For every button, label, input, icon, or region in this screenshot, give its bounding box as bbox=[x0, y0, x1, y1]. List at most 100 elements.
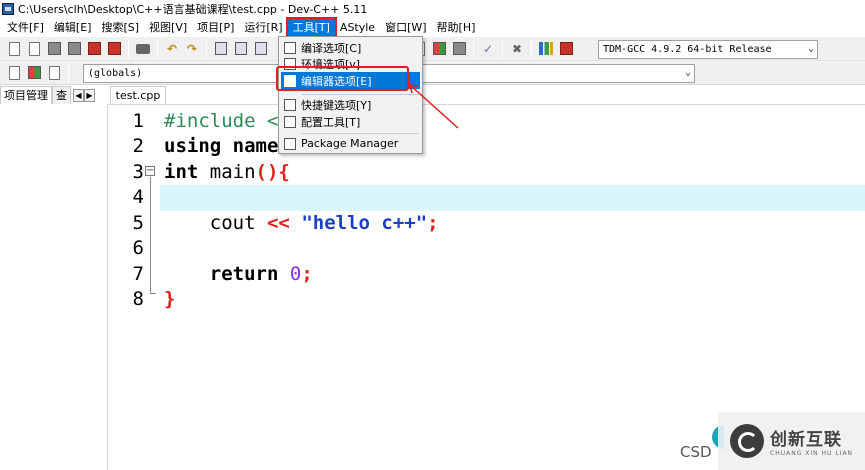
menu-edit[interactable]: 编辑[E] bbox=[49, 19, 97, 36]
preprocessor-directive: #include < bbox=[164, 110, 279, 132]
toolbar-separator bbox=[531, 39, 532, 58]
undo-button[interactable]: ↶ bbox=[164, 41, 180, 57]
compiler-select[interactable]: TDM-GCC 4.9.2 64-bit Release ⌄ bbox=[598, 40, 818, 59]
tab-scroll-arrows: ◀ ▶ bbox=[73, 88, 95, 102]
title-bar: C:\Users\clh\Desktop\C++语言基础课程\test.cpp … bbox=[0, 0, 865, 18]
configure-tools-icon bbox=[284, 115, 296, 128]
open-file-button[interactable] bbox=[26, 41, 42, 57]
save-all-button[interactable] bbox=[66, 41, 82, 57]
line-number: 8 bbox=[132, 288, 144, 310]
fold-guide-end bbox=[150, 293, 156, 294]
tab-class-browser[interactable]: 查 bbox=[52, 86, 71, 104]
devcpp-app-icon bbox=[2, 3, 14, 15]
bookmark-button[interactable] bbox=[26, 65, 42, 81]
keyword-int: int bbox=[164, 161, 199, 183]
chevron-down-icon: ⌄ bbox=[684, 67, 691, 78]
print-button[interactable] bbox=[135, 41, 151, 57]
line-number: 2 bbox=[132, 135, 144, 157]
semicolon: ; bbox=[301, 263, 313, 285]
menu-separator bbox=[301, 133, 419, 134]
brand-text: 创新互联 CHUANG XIN HU LIAN bbox=[770, 425, 853, 457]
line-number: 6 bbox=[132, 237, 144, 259]
close-all-button[interactable] bbox=[106, 41, 122, 57]
semicolon: ; bbox=[427, 212, 439, 234]
menu-project[interactable]: 项目[P] bbox=[192, 19, 239, 36]
toolbar-separator bbox=[68, 63, 69, 82]
debug-icon bbox=[559, 42, 573, 55]
scroll-left-icon[interactable]: ◀ bbox=[73, 88, 84, 102]
tab-project-manager[interactable]: 项目管理 bbox=[0, 86, 52, 104]
menu-view[interactable]: 视图[V] bbox=[144, 19, 192, 36]
line-number: 3 bbox=[132, 161, 144, 183]
run-icon bbox=[432, 42, 446, 55]
brand-name: 创新互联 bbox=[770, 430, 842, 450]
replace-button[interactable] bbox=[233, 41, 249, 57]
line-number: 4 bbox=[132, 186, 144, 208]
menu-bar: 文件[F] 编辑[E] 搜索[S] 视图[V] 项目[P] 运行[R] 工具[T… bbox=[0, 17, 865, 38]
syntax-check-button[interactable]: ✓ bbox=[480, 41, 496, 57]
menu-item-label: Package Manager bbox=[301, 137, 399, 150]
profile-button[interactable] bbox=[538, 41, 554, 57]
redo-button[interactable]: ↷ bbox=[184, 41, 200, 57]
find-button[interactable] bbox=[213, 41, 229, 57]
window-title: C:\Users\clh\Desktop\C++语言基础课程\test.cpp … bbox=[18, 3, 368, 16]
scope-select-value: (globals) bbox=[88, 68, 143, 79]
goto-button[interactable] bbox=[253, 41, 269, 57]
side-panel-tabs: 项目管理 查 ◀ ▶ bbox=[0, 86, 108, 104]
find-icon bbox=[215, 42, 227, 55]
compile-run-button[interactable] bbox=[451, 41, 467, 57]
menu-item-compiler-options[interactable]: 编译选项[C] bbox=[281, 39, 420, 56]
line-number: 5 bbox=[132, 212, 144, 234]
new-file-icon bbox=[8, 41, 20, 56]
editor-tab-test-cpp[interactable]: test.cpp bbox=[110, 86, 166, 104]
new-file-button[interactable] bbox=[6, 41, 22, 57]
open-file-icon bbox=[28, 41, 40, 56]
keyword-using: using bbox=[164, 135, 222, 157]
toolbar-separator bbox=[473, 39, 474, 58]
menu-astyle[interactable]: AStyle bbox=[335, 19, 380, 36]
code-line-8: } bbox=[164, 288, 175, 310]
menu-tools[interactable]: 工具[T] bbox=[285, 17, 337, 38]
menu-item-configure-tools[interactable]: 配置工具[T] bbox=[281, 113, 420, 130]
stop-button[interactable]: ✖ bbox=[509, 41, 525, 57]
menu-run[interactable]: 运行[R] bbox=[239, 19, 287, 36]
code-line-5: cout << "hello c++"; bbox=[164, 212, 439, 234]
menu-item-label: 快捷键选项[Y] bbox=[301, 98, 372, 112]
menu-search[interactable]: 搜索[S] bbox=[96, 19, 144, 36]
scroll-right-icon[interactable]: ▶ bbox=[84, 88, 95, 102]
menu-separator bbox=[301, 94, 419, 95]
run-button[interactable] bbox=[431, 41, 447, 57]
menu-help[interactable]: 帮助[H] bbox=[432, 19, 481, 36]
compiler-options-icon bbox=[284, 41, 296, 54]
insert-button[interactable] bbox=[6, 65, 22, 81]
fold-collapse-icon[interactable]: − bbox=[145, 166, 155, 176]
goto-icon bbox=[255, 42, 267, 55]
annotation-highlight-box bbox=[276, 66, 409, 91]
save-button[interactable] bbox=[46, 41, 62, 57]
replace-icon bbox=[235, 42, 247, 55]
goto-bookmark-button[interactable] bbox=[46, 65, 62, 81]
menu-item-package-manager[interactable]: Package Manager bbox=[281, 135, 420, 152]
tools-dropdown-menu: 编译选项[C] 环境选项[v] 编辑器选项[E] 快捷键选项[Y] 配置工具[T… bbox=[278, 36, 423, 154]
brand-subtitle: CHUANG XIN HU LIAN bbox=[770, 450, 854, 457]
fold-guide bbox=[150, 177, 151, 293]
operator-shift: << bbox=[266, 212, 290, 234]
bookmark-icon bbox=[27, 66, 41, 79]
line-number: 7 bbox=[132, 263, 144, 285]
function-name: main bbox=[209, 161, 256, 183]
menu-item-shortcut-options[interactable]: 快捷键选项[Y] bbox=[281, 96, 420, 113]
number-literal: 0 bbox=[289, 263, 302, 285]
keyword-return: return bbox=[209, 263, 279, 285]
menu-item-label: 配置工具[T] bbox=[301, 115, 361, 129]
chart-icon bbox=[539, 42, 553, 55]
print-icon bbox=[136, 43, 150, 54]
toolbar-separator bbox=[128, 39, 129, 58]
close-file-icon bbox=[87, 42, 101, 55]
closing-brace: } bbox=[164, 288, 176, 310]
paren-brace: (){ bbox=[255, 161, 290, 183]
menu-window[interactable]: 窗口[W] bbox=[380, 19, 431, 36]
menu-file[interactable]: 文件[F] bbox=[2, 19, 49, 36]
debug-button[interactable] bbox=[558, 41, 574, 57]
toolbar-separator bbox=[502, 39, 503, 58]
close-button[interactable] bbox=[86, 41, 102, 57]
